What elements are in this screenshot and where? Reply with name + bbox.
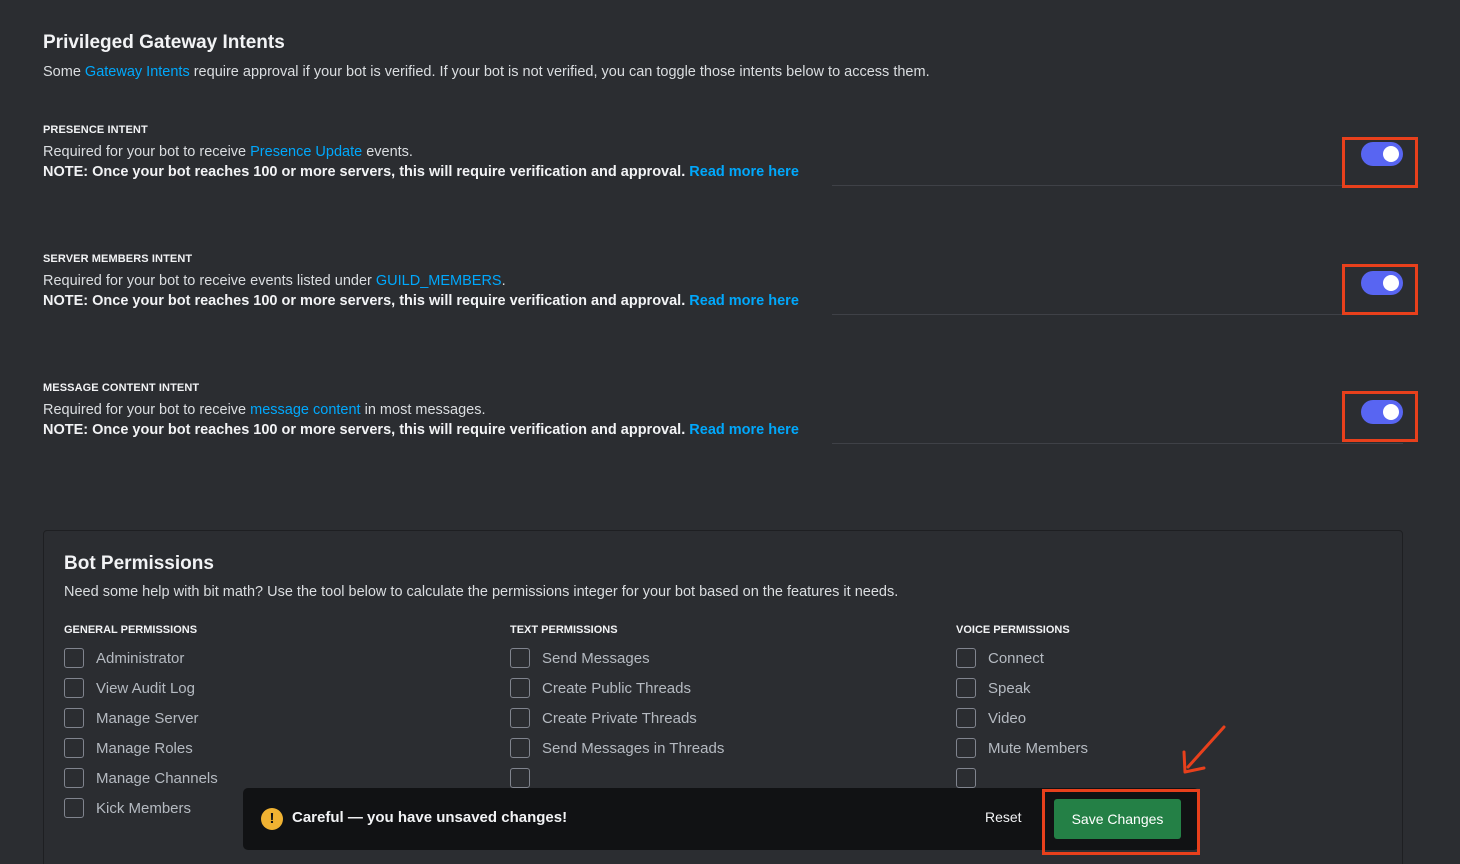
checkbox[interactable]: [64, 648, 84, 668]
intent-description: Required for your bot to receive Presenc…: [43, 142, 413, 162]
bot-settings-page: Privileged Gateway Intents Some Gateway …: [0, 0, 1460, 864]
permission-label: Send Messages in Threads: [542, 739, 725, 757]
warning-icon: !: [261, 808, 283, 830]
permissions-description: Need some help with bit math? Use the to…: [64, 584, 899, 600]
checkbox[interactable]: [64, 708, 84, 728]
permission-label: Send Messages: [542, 649, 650, 667]
read-more-link[interactable]: Read more here: [689, 164, 799, 180]
toggle-knob: [1383, 404, 1399, 420]
intents-desc-prefix: Some: [43, 64, 85, 80]
divider: [832, 185, 1403, 186]
intent-label: SERVER MEMBERS INTENT: [43, 253, 193, 265]
message-content-link[interactable]: message content: [250, 402, 360, 418]
permission-label: Administrator: [96, 649, 185, 667]
checkbox[interactable]: [510, 768, 530, 788]
intent-desc-text: .: [501, 273, 506, 289]
checkbox[interactable]: [64, 738, 84, 758]
permission-label: Speak: [988, 679, 1031, 697]
permission-label: Manage Roles: [96, 739, 193, 757]
permission-label: View Audit Log: [96, 679, 195, 697]
unsaved-changes-bar: ! Careful — you have unsaved changes! Re…: [243, 788, 1199, 850]
reset-button[interactable]: Reset: [985, 809, 1022, 825]
checkbox[interactable]: [956, 738, 976, 758]
presence-update-link[interactable]: Presence Update: [250, 144, 362, 160]
permission-label: Manage Channels: [96, 769, 218, 787]
read-more-link[interactable]: Read more here: [689, 293, 799, 309]
permission-label: Connect: [988, 649, 1044, 667]
presence-intent-toggle[interactable]: [1361, 142, 1403, 166]
presence-intent-row: PRESENCE INTENT Required for your bot to…: [43, 124, 1403, 194]
checkbox[interactable]: [64, 768, 84, 788]
unsaved-changes-message: Careful — you have unsaved changes!: [292, 809, 568, 826]
annotation-arrow-icon: [1182, 725, 1226, 774]
permission-label: Video: [988, 709, 1027, 727]
server-members-intent-toggle[interactable]: [1361, 271, 1403, 295]
intents-section-description: Some Gateway Intents require approval if…: [43, 64, 930, 80]
intent-description: Required for your bot to receive message…: [43, 400, 486, 420]
guild-members-link[interactable]: GUILD_MEMBERS: [376, 273, 502, 289]
toggle-knob: [1383, 146, 1399, 162]
checkbox[interactable]: [64, 798, 84, 818]
permission-label: Manage Server: [96, 709, 199, 727]
intent-desc-text: in most messages.: [360, 402, 486, 418]
intent-label: MESSAGE CONTENT INTENT: [43, 382, 200, 394]
divider: [832, 443, 1403, 444]
intent-desc-text: events.: [362, 144, 413, 160]
divider: [832, 314, 1403, 315]
intent-note-text: NOTE: Once your bot reaches 100 or more …: [43, 422, 686, 438]
intent-note: NOTE: Once your bot reaches 100 or more …: [43, 162, 799, 182]
checkbox[interactable]: [956, 708, 976, 728]
intent-note-text: NOTE: Once your bot reaches 100 or more …: [43, 164, 686, 180]
message-content-intent-row: MESSAGE CONTENT INTENT Required for your…: [43, 382, 1403, 452]
gateway-intents-link[interactable]: Gateway Intents: [85, 64, 190, 80]
permission-label: Kick Members: [96, 799, 192, 817]
message-content-intent-toggle[interactable]: [1361, 400, 1403, 424]
intent-note-text: NOTE: Once your bot reaches 100 or more …: [43, 293, 686, 309]
checkbox[interactable]: [956, 648, 976, 668]
intents-section-title: Privileged Gateway Intents: [43, 32, 285, 53]
checkbox[interactable]: [956, 768, 976, 788]
checkbox[interactable]: [64, 678, 84, 698]
permission-label: Create Public Threads: [542, 679, 691, 697]
intents-desc-suffix: require approval if your bot is verified…: [189, 64, 930, 80]
intent-note: NOTE: Once your bot reaches 100 or more …: [43, 291, 799, 311]
checkbox[interactable]: [956, 678, 976, 698]
checkbox[interactable]: [510, 708, 530, 728]
permission-label: Mute Members: [988, 739, 1089, 757]
server-members-intent-row: SERVER MEMBERS INTENT Required for your …: [43, 253, 1403, 323]
intent-desc-text: Required for your bot to receive: [43, 402, 251, 418]
intent-desc-text: Required for your bot to receive events …: [43, 273, 376, 289]
intent-desc-text: Required for your bot to receive: [43, 144, 251, 160]
checkbox[interactable]: [510, 678, 530, 698]
intent-note: NOTE: Once your bot reaches 100 or more …: [43, 420, 799, 440]
toggle-knob: [1383, 275, 1399, 291]
read-more-link[interactable]: Read more here: [689, 422, 799, 438]
intent-label: PRESENCE INTENT: [43, 124, 148, 136]
checkbox[interactable]: [510, 738, 530, 758]
permissions-title: Bot Permissions: [64, 553, 214, 574]
intent-description: Required for your bot to receive events …: [43, 271, 506, 291]
checkbox[interactable]: [510, 648, 530, 668]
save-changes-button[interactable]: Save Changes: [1054, 799, 1181, 839]
permission-label: Create Private Threads: [542, 709, 697, 727]
